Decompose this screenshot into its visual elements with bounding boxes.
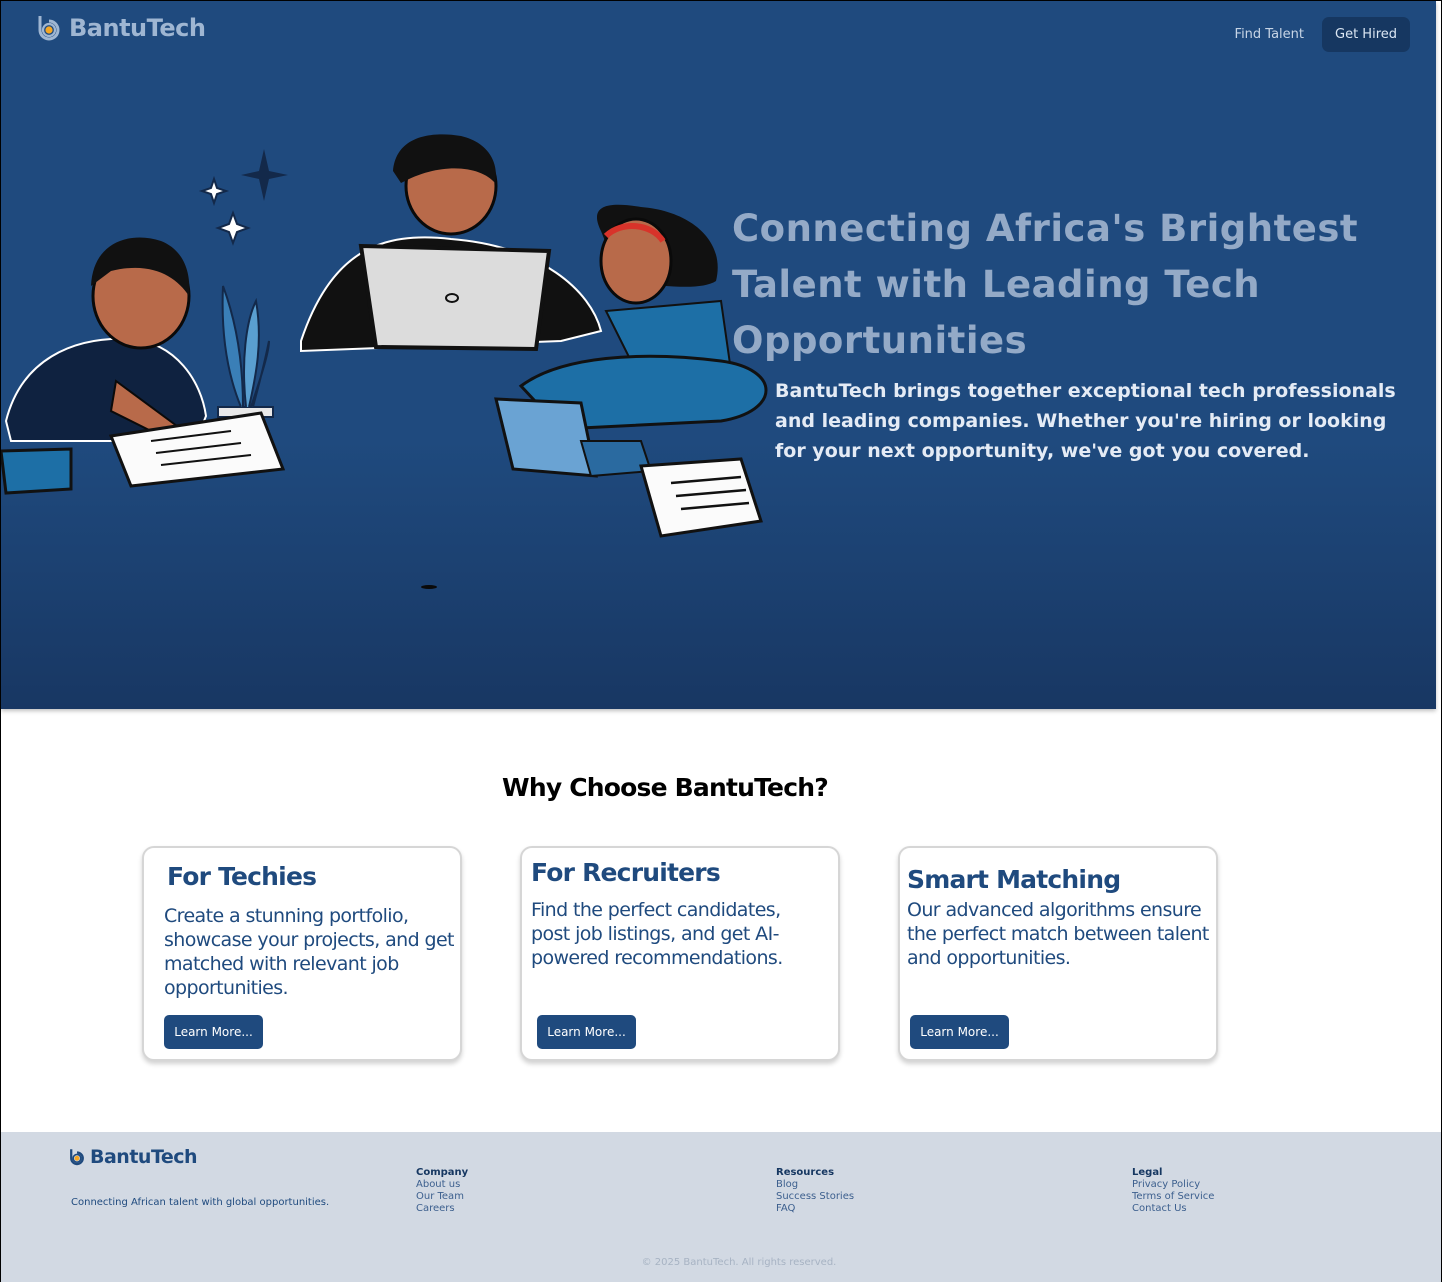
footer-link-contact-us[interactable]: Contact Us: [1132, 1203, 1214, 1215]
brand-name: BantuTech: [69, 14, 206, 42]
bantutech-logo-icon: [38, 16, 60, 41]
footer-link-careers[interactable]: Careers: [416, 1203, 468, 1215]
card-text: Create a stunning portfolio, showcase yo…: [164, 905, 454, 999]
footer-brand-name: BantuTech: [90, 1146, 198, 1168]
footer-link-our-team[interactable]: Our Team: [416, 1191, 468, 1203]
footer-link-terms-of-service[interactable]: Terms of Service: [1132, 1191, 1214, 1203]
footer: BantuTech Connecting African talent with…: [1, 1132, 1441, 1282]
card-title: For Recruiters: [531, 858, 721, 887]
bantutech-logo-icon: [70, 1149, 84, 1166]
feature-card-smart-matching: Smart Matching Our advanced algorithms e…: [898, 846, 1218, 1061]
footer-column-heading: Resources: [776, 1167, 835, 1178]
person-laptop-illustration: [300, 134, 603, 353]
hero-subtitle: BantuTech brings together exceptional te…: [775, 380, 1396, 462]
find-talent-link[interactable]: Find Talent: [1235, 27, 1304, 42]
plant-icon: [217, 285, 274, 418]
feature-card-recruiters: For Recruiters Find the perfect candidat…: [520, 846, 840, 1061]
footer-link-about-us[interactable]: About us: [416, 1179, 468, 1191]
hero-illustration: [1, 134, 768, 589]
learn-more-button[interactable]: Learn More...: [910, 1015, 1009, 1049]
hero-section: BantuTech Find Talent Get Hired Connecti…: [1, 1, 1436, 709]
footer-column-heading: Company: [416, 1167, 469, 1178]
top-nav: Find Talent Get Hired: [1235, 17, 1410, 52]
hero-title: Connecting Africa's Brightest Talent wit…: [732, 207, 1359, 362]
header-logo[interactable]: BantuTech: [35, 13, 206, 43]
learn-more-button[interactable]: Learn More...: [537, 1015, 636, 1049]
footer-link-blog[interactable]: Blog: [776, 1179, 854, 1191]
footer-column-heading: Legal: [1132, 1167, 1163, 1178]
footer-column-company: Company About us Our Team Careers: [416, 1167, 468, 1215]
footer-column-resources: Resources Blog Success Stories FAQ: [776, 1167, 854, 1215]
footer-link-faq[interactable]: FAQ: [776, 1203, 854, 1215]
card-text: Our advanced algorithms ensure the perfe…: [907, 899, 1209, 969]
copyright-text: © 2025 BantuTech. All rights reserved.: [641, 1257, 837, 1268]
features-heading: Why Choose BantuTech?: [502, 773, 829, 802]
sparkle-small-icon: [215, 210, 251, 246]
feature-card-techies: For Techies Create a stunning portfolio,…: [142, 846, 462, 1061]
card-title: Smart Matching: [907, 865, 1121, 894]
card-text: Find the perfect candidates, post job li…: [531, 899, 783, 969]
learn-more-button[interactable]: Learn More...: [164, 1015, 263, 1049]
get-hired-button[interactable]: Get Hired: [1322, 17, 1410, 52]
footer-tagline: Connecting African talent with global op…: [71, 1197, 330, 1208]
sparkle-small-icon: [198, 175, 230, 207]
footer-link-privacy-policy[interactable]: Privacy Policy: [1132, 1179, 1214, 1191]
footer-column-legal: Legal Privacy Policy Terms of Service Co…: [1132, 1167, 1214, 1215]
footer-link-success-stories[interactable]: Success Stories: [776, 1191, 854, 1203]
sparkle-large-icon: [241, 149, 288, 201]
footer-logo[interactable]: BantuTech: [68, 1146, 198, 1168]
card-title: For Techies: [167, 862, 317, 891]
